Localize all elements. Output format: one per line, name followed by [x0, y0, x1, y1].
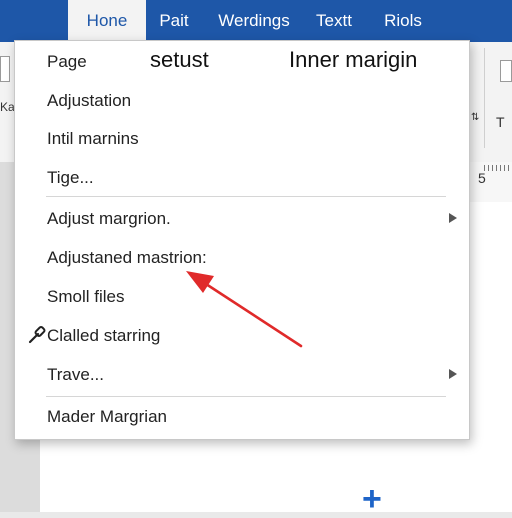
annotation-arrow [186, 271, 303, 348]
